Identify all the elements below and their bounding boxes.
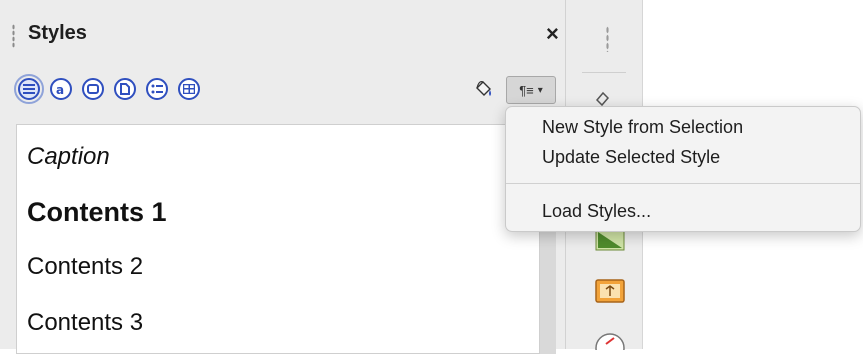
menu-item-new-style-from-selection[interactable]: New Style from Selection	[542, 117, 743, 138]
paragraph-styles-button[interactable]	[14, 74, 44, 104]
chevron-down-icon: ▾	[537, 84, 543, 96]
frame-styles-button[interactable]	[82, 78, 104, 100]
style-item-caption[interactable]: Caption	[27, 143, 110, 171]
panel-title: Styles	[28, 22, 87, 44]
properties-icon	[595, 91, 610, 107]
style-item-contents-2[interactable]: Contents 2	[27, 253, 143, 281]
styles-deck: Styles × a ¶≡ ▾ Caption Contents 1 Conte…	[0, 0, 566, 354]
sidebar-menu-icon[interactable]	[606, 26, 609, 52]
styles-actions-popup-menu: New Style from Selection Update Selected…	[505, 106, 861, 232]
list-styles-icon	[151, 84, 163, 94]
table-styles-button[interactable]	[178, 78, 200, 100]
style-item-contents-3[interactable]: Contents 3	[27, 309, 143, 337]
menu-separator	[506, 183, 860, 184]
frame-styles-icon	[87, 84, 99, 94]
character-styles-button[interactable]: a	[50, 78, 72, 100]
paint-bucket-icon	[476, 81, 491, 96]
paragraph-styles-icon	[23, 84, 35, 94]
sidebar-divider	[582, 72, 626, 73]
style-family-toolbar: a ¶≡ ▾	[14, 74, 556, 106]
styles-list[interactable]: Caption Contents 1 Contents 2 Contents 3	[16, 124, 540, 354]
table-styles-icon	[183, 84, 195, 94]
svg-text:a: a	[56, 83, 64, 95]
page-styles-button[interactable]	[114, 78, 136, 100]
sidebar-tab-functions[interactable]	[594, 330, 626, 355]
fill-format-button[interactable]	[470, 76, 498, 104]
page-styles-icon	[120, 83, 130, 95]
drag-handle-icon[interactable]	[12, 24, 15, 48]
paragraph-mark-icon: ¶≡	[519, 82, 534, 98]
menu-item-update-selected-style[interactable]: Update Selected Style	[542, 147, 720, 168]
style-item-contents-1[interactable]: Contents 1	[27, 197, 167, 228]
list-styles-button[interactable]	[146, 78, 168, 100]
sidebar-tab-gallery[interactable]	[594, 276, 626, 311]
gallery-icon	[595, 279, 625, 303]
close-button[interactable]: ×	[546, 22, 559, 46]
styles-actions-menu-button[interactable]: ¶≡ ▾	[506, 76, 556, 104]
menu-item-load-styles[interactable]: Load Styles...	[542, 201, 651, 222]
compass-icon	[595, 333, 625, 355]
character-styles-icon: a	[56, 83, 64, 95]
